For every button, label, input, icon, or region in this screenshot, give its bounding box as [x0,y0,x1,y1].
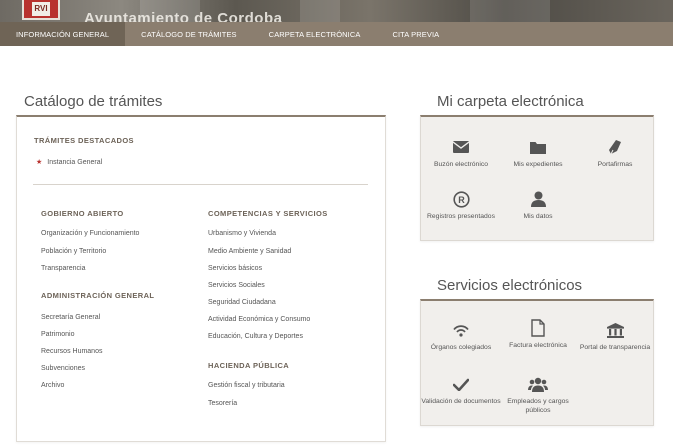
header-banner: RVI Ayuntamiento de Cordoba [0,0,673,22]
admin-heading: ADMINISTRACIÓN GENERAL [41,291,155,300]
carpeta-panel: Buzón electrónico Mis expedientes Portaf… [420,115,654,241]
link-transparencia[interactable]: Transparencia [41,265,86,272]
tile-portal-transparencia[interactable]: Portal de transparencia [575,320,655,352]
broadcast-icon [421,320,501,340]
tile-label: Portal de transparencia [579,344,651,351]
link-educacion[interactable]: Educación, Cultura y Deportes [208,333,303,340]
group-icon [498,374,578,394]
registered-icon: R [421,189,501,209]
link-tesoreria[interactable]: Tesorería [208,400,237,407]
featured-heading: TRÁMITES DESTACADOS [34,136,134,145]
tile-organos-colegiados[interactable]: Órganos colegiados [421,320,501,352]
competencias-heading: COMPETENCIAS Y SERVICIOS [208,209,328,218]
divider [33,184,368,185]
tile-buzon-electronico[interactable]: Buzón electrónico [421,137,501,169]
folder-icon [498,137,578,157]
tile-label: Buzón electrónico [433,161,489,168]
link-gestion-fiscal[interactable]: Gestión fiscal y tributaria [208,382,285,389]
link-subvenciones[interactable]: Subvenciones [41,365,85,372]
document-icon [498,318,578,338]
banner-column [470,0,550,22]
link-actividad-economica[interactable]: Actividad Económica y Consumo [208,316,310,323]
link-seguridad[interactable]: Seguridad Ciudadana [208,299,276,306]
nav-catalogo-tramites[interactable]: CATÁLOGO DE TRÁMITES [125,22,253,46]
link-medio-ambiente[interactable]: Medio Ambiente y Sanidad [208,248,291,255]
tile-label: Registros presentados [426,213,495,220]
tile-label: Mis expedientes [513,161,563,168]
tile-label: Portafirmas [597,161,633,168]
link-organizacion[interactable]: Organización y Funcionamiento [41,230,139,237]
link-secretaria[interactable]: Secretaría General [41,314,100,321]
tile-validacion-documentos[interactable]: Validación de documentos [421,374,501,406]
hacienda-heading: HACIENDA PÚBLICA [208,361,290,370]
pen-icon [575,137,655,157]
link-recursos-humanos[interactable]: Recursos Humanos [41,348,102,355]
carpeta-title: Mi carpeta electrónica [437,93,584,110]
servicios-panel: Órganos colegiados Factura electrónica P… [420,299,654,426]
tile-label: Validación de documentos [421,398,501,405]
link-urbanismo[interactable]: Urbanismo y Vivienda [208,230,276,237]
tile-portafirmas[interactable]: Portafirmas [575,137,655,169]
site-logo[interactable]: RVI [22,0,60,20]
tile-label: Mis datos [523,213,553,220]
envelope-icon [421,137,501,157]
nav-informacion-general[interactable]: INFORMACIÓN GENERAL [0,22,126,46]
tile-factura-electronica[interactable]: Factura electrónica [498,318,578,350]
user-icon [498,189,578,209]
main-nav: INFORMACIÓN GENERAL CATÁLOGO DE TRÁMITES… [0,22,673,46]
catalog-panel: TRÁMITES DESTACADOS ★ Instancia General G… [16,115,386,442]
star-icon: ★ [36,159,43,166]
link-archivo[interactable]: Archivo [41,382,64,389]
svg-text:R: R [458,195,465,205]
tile-label: Órganos colegiados [430,344,492,351]
tile-label: Factura electrónica [509,342,567,349]
tile-mis-datos[interactable]: Mis datos [498,189,578,221]
nav-carpeta-electronica[interactable]: CARPETA ELECTRÓNICA [253,22,377,46]
link-servicios-sociales[interactable]: Servicios Sociales [208,282,265,289]
link-servicios-basicos[interactable]: Servicios básicos [208,265,262,272]
catalog-title: Catálogo de trámites [24,93,163,110]
tile-mis-expedientes[interactable]: Mis expedientes [498,137,578,169]
banner-column [300,0,340,22]
tile-empleados-cargos[interactable]: Empleados y cargos públicos [498,374,578,415]
banner-title: Ayuntamiento de Cordoba [84,10,283,22]
link-poblacion[interactable]: Población y Territorio [41,248,106,255]
servicios-title: Servicios electrónicos [437,277,583,294]
institution-icon [575,320,655,340]
logo-mark: RVI [32,2,50,16]
nav-cita-previa[interactable]: CITA PREVIA [376,22,455,46]
checkmark-icon [421,374,501,394]
link-patrimonio[interactable]: Patrimonio [41,331,74,338]
tile-label: Empleados y cargos públicos [507,398,569,414]
featured-item-instancia-general[interactable]: ★ Instancia General [36,158,102,166]
featured-item-label: Instancia General [47,159,103,166]
gobierno-heading: GOBIERNO ABIERTO [41,209,124,218]
tile-registros-presentados[interactable]: R Registros presentados [421,189,501,221]
